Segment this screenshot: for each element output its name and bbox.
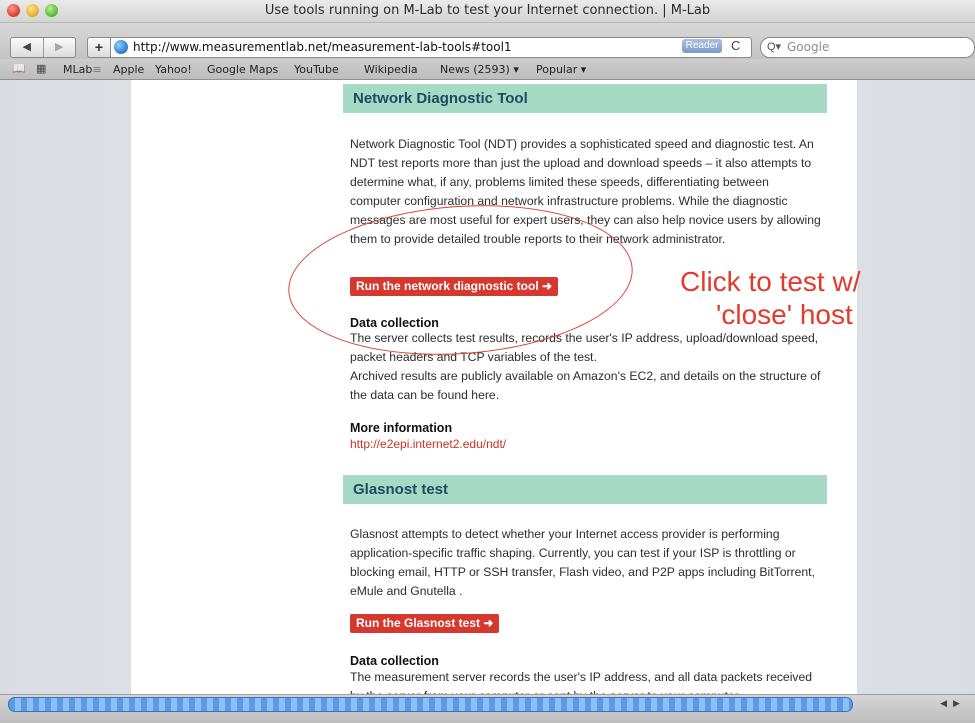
back-button[interactable]: ◀ — [11, 38, 43, 57]
ndt-more-info-heading: More information — [350, 421, 453, 435]
bookmark-yahoo[interactable]: Yahoo! — [155, 63, 192, 76]
page-content: Network Diagnostic Tool Network Diagnost… — [131, 80, 857, 694]
window-titlebar: Use tools running on M-Lab to test your … — [0, 0, 975, 23]
glasnost-data-collection-heading: Data collection — [350, 654, 439, 668]
scroll-left-icon[interactable]: ◀ — [940, 698, 947, 709]
nav-buttons: ◀ ▶ — [10, 37, 76, 58]
bookmarks-bar: 📖 ▦ MLab≡ Apple Yahoo! Google Maps YouTu… — [0, 59, 975, 80]
book-icon[interactable]: 📖 — [12, 62, 26, 75]
forward-button[interactable]: ▶ — [42, 38, 76, 57]
glasnost-data-collection-text: The measurement server records the user'… — [350, 670, 813, 694]
top-sites-grid-icon[interactable]: ▦ — [36, 62, 46, 75]
globe-icon — [114, 40, 128, 54]
reader-button[interactable]: Reader — [682, 39, 722, 53]
ndt-archive-text: Archived results are publicly available … — [350, 369, 821, 402]
bookmark-wikipedia[interactable]: Wikipedia — [364, 63, 418, 76]
window-title: Use tools running on M-Lab to test your … — [264, 3, 711, 18]
scroll-arrows: ◀ ▶ — [930, 697, 970, 710]
annotation-line-1: Click to test w/ — [680, 266, 861, 297]
search-icon: Q▾ — [767, 41, 782, 53]
search-placeholder: Google — [787, 40, 830, 54]
bookmark-popular[interactable]: Popular ▾ — [536, 63, 586, 76]
bookmark-mlab[interactable]: MLab≡ — [63, 63, 102, 76]
bookmark-google-maps[interactable]: Google Maps — [207, 63, 278, 76]
bookmark-apple[interactable]: Apple — [113, 63, 144, 76]
bookmark-youtube[interactable]: YouTube — [294, 63, 339, 76]
run-glasnost-button[interactable]: Run the Glasnost test ➜ — [350, 614, 500, 633]
annotation-line-2: 'close' host — [716, 299, 853, 330]
status-bar: ◀ ▶ — [0, 694, 975, 723]
ndt-more-info-link[interactable]: http://e2epi.internet2.edu/ndt/ — [350, 437, 506, 451]
ndt-heading: Network Diagnostic Tool — [343, 84, 827, 113]
horizontal-scrollbar[interactable] — [8, 697, 853, 712]
add-bookmark-button[interactable]: + — [87, 37, 110, 58]
search-input[interactable]: Q▾ Google — [760, 37, 975, 58]
address-bar[interactable]: http://www.measurementlab.net/measuremen… — [110, 37, 752, 58]
browser-toolbar: ◀ ▶ + http://www.measurementlab.net/meas… — [0, 23, 975, 59]
bookmark-news[interactable]: News (2593) ▾ — [440, 63, 519, 76]
scroll-right-icon[interactable]: ▶ — [953, 698, 960, 709]
glasnost-heading: Glasnost test — [343, 475, 827, 504]
url-text[interactable]: http://www.measurementlab.net/measuremen… — [133, 40, 512, 54]
reload-icon[interactable]: C — [731, 38, 740, 53]
glasnost-description: Glasnost attempts to detect whether your… — [350, 527, 815, 598]
